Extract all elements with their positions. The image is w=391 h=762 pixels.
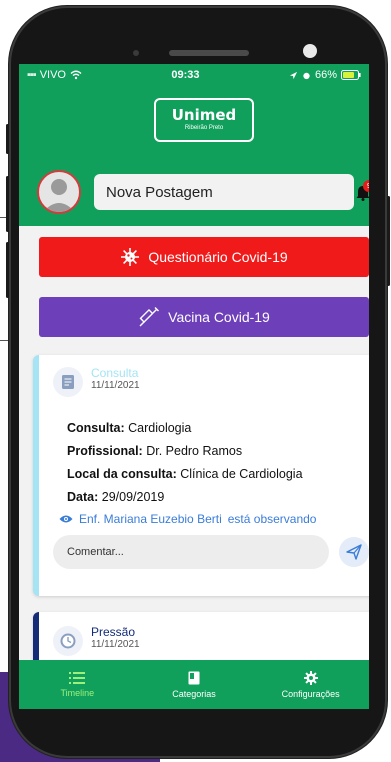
signal-icon: ▪▪▪ <box>27 69 37 81</box>
detail-value: Dr. Pedro Ramos <box>146 444 243 458</box>
tab-configuracoes[interactable]: Configurações <box>261 670 361 699</box>
tab-label: Timeline <box>60 687 95 698</box>
alarm-icon <box>303 72 310 79</box>
phone-side-button <box>6 242 9 298</box>
status-time: 09:33 <box>171 69 200 81</box>
app-header: Unimed Ribeirão Preto Nova Postagem 9 <box>19 86 369 226</box>
phone-side-button <box>6 176 9 232</box>
virus-icon <box>121 248 140 266</box>
observer-notice: Enf. Mariana Euzebio Berti está observan… <box>59 512 316 526</box>
detail-row: Data: 29/09/2019 <box>67 490 164 504</box>
detail-value: Clínica de Cardiologia <box>180 467 303 481</box>
observer-suffix: está observando <box>227 512 317 526</box>
detail-value: 29/09/2019 <box>101 490 165 504</box>
person-icon <box>43 179 75 212</box>
tab-label: Configurações <box>281 688 340 699</box>
detail-row: Consulta: Cardiologia <box>67 421 191 435</box>
phone-sensor <box>133 50 139 56</box>
phone-speaker <box>169 50 249 56</box>
syringe-icon <box>139 307 160 327</box>
send-button[interactable] <box>339 537 369 567</box>
phone-camera <box>303 44 317 58</box>
carrier-name: VIVO <box>39 69 66 81</box>
card-category: Pressão <box>91 625 136 639</box>
app-screen: ▪▪▪ VIVO 09:33 66% Unimed Ribeirão Preto <box>19 64 369 709</box>
unimed-logo: Unimed Ribeirão Preto <box>154 98 254 142</box>
gear-icon <box>303 670 318 685</box>
detail-label: Data: <box>67 490 99 504</box>
card-date: 11/11/2021 <box>91 639 140 650</box>
location-icon <box>289 71 298 79</box>
tab-label: Categorias <box>172 688 216 699</box>
tab-timeline[interactable]: Timeline <box>27 671 127 698</box>
observer-name[interactable]: Enf. Mariana Euzebio Berti <box>79 512 222 526</box>
card-category: Consulta <box>91 366 139 380</box>
logo-brand: Unimed <box>171 106 237 124</box>
covid-vaccine-button[interactable]: Vacina Covid-19 <box>39 297 369 337</box>
comment-input[interactable]: Comentar... <box>53 535 329 569</box>
wifi-icon <box>70 70 82 80</box>
battery-percentage: 66% <box>314 69 337 81</box>
battery-icon <box>340 70 361 80</box>
timeline-card-consulta: Consulta 11/11/2021 Consulta: Cardiologi… <box>33 355 369 596</box>
detail-row: Profissional: Dr. Pedro Ramos <box>67 444 242 458</box>
bottom-tab-bar: Timeline Categorias Configurações <box>19 660 369 709</box>
document-icon <box>53 367 83 397</box>
notification-badge: 9 <box>363 180 369 192</box>
detail-label: Profissional: <box>67 444 143 458</box>
phone-side-button <box>387 196 390 286</box>
clock-icon <box>53 626 83 656</box>
send-icon <box>346 544 362 560</box>
list-icon <box>69 671 86 684</box>
covid-vaccine-label: Vacina Covid-19 <box>168 309 270 325</box>
logo-subtitle: Ribeirão Preto <box>184 125 224 131</box>
status-bar: ▪▪▪ VIVO 09:33 66% <box>19 64 369 86</box>
covid-questionnaire-label: Questionário Covid-19 <box>148 249 288 265</box>
card-date: 11/11/2021 <box>91 380 140 391</box>
phone-side-button <box>6 124 9 154</box>
detail-value: Cardiologia <box>128 421 192 435</box>
book-icon <box>188 671 200 684</box>
new-post-input[interactable]: Nova Postagem <box>94 174 354 210</box>
covid-questionnaire-button[interactable]: Questionário Covid-19 <box>39 237 369 277</box>
eye-icon <box>59 515 73 523</box>
detail-label: Local da consulta: <box>67 467 177 481</box>
detail-label: Consulta: <box>67 421 125 435</box>
tab-categorias[interactable]: Categorias <box>144 671 244 699</box>
detail-row: Local da consulta: Clínica de Cardiologi… <box>67 467 303 481</box>
user-avatar[interactable] <box>37 170 81 214</box>
